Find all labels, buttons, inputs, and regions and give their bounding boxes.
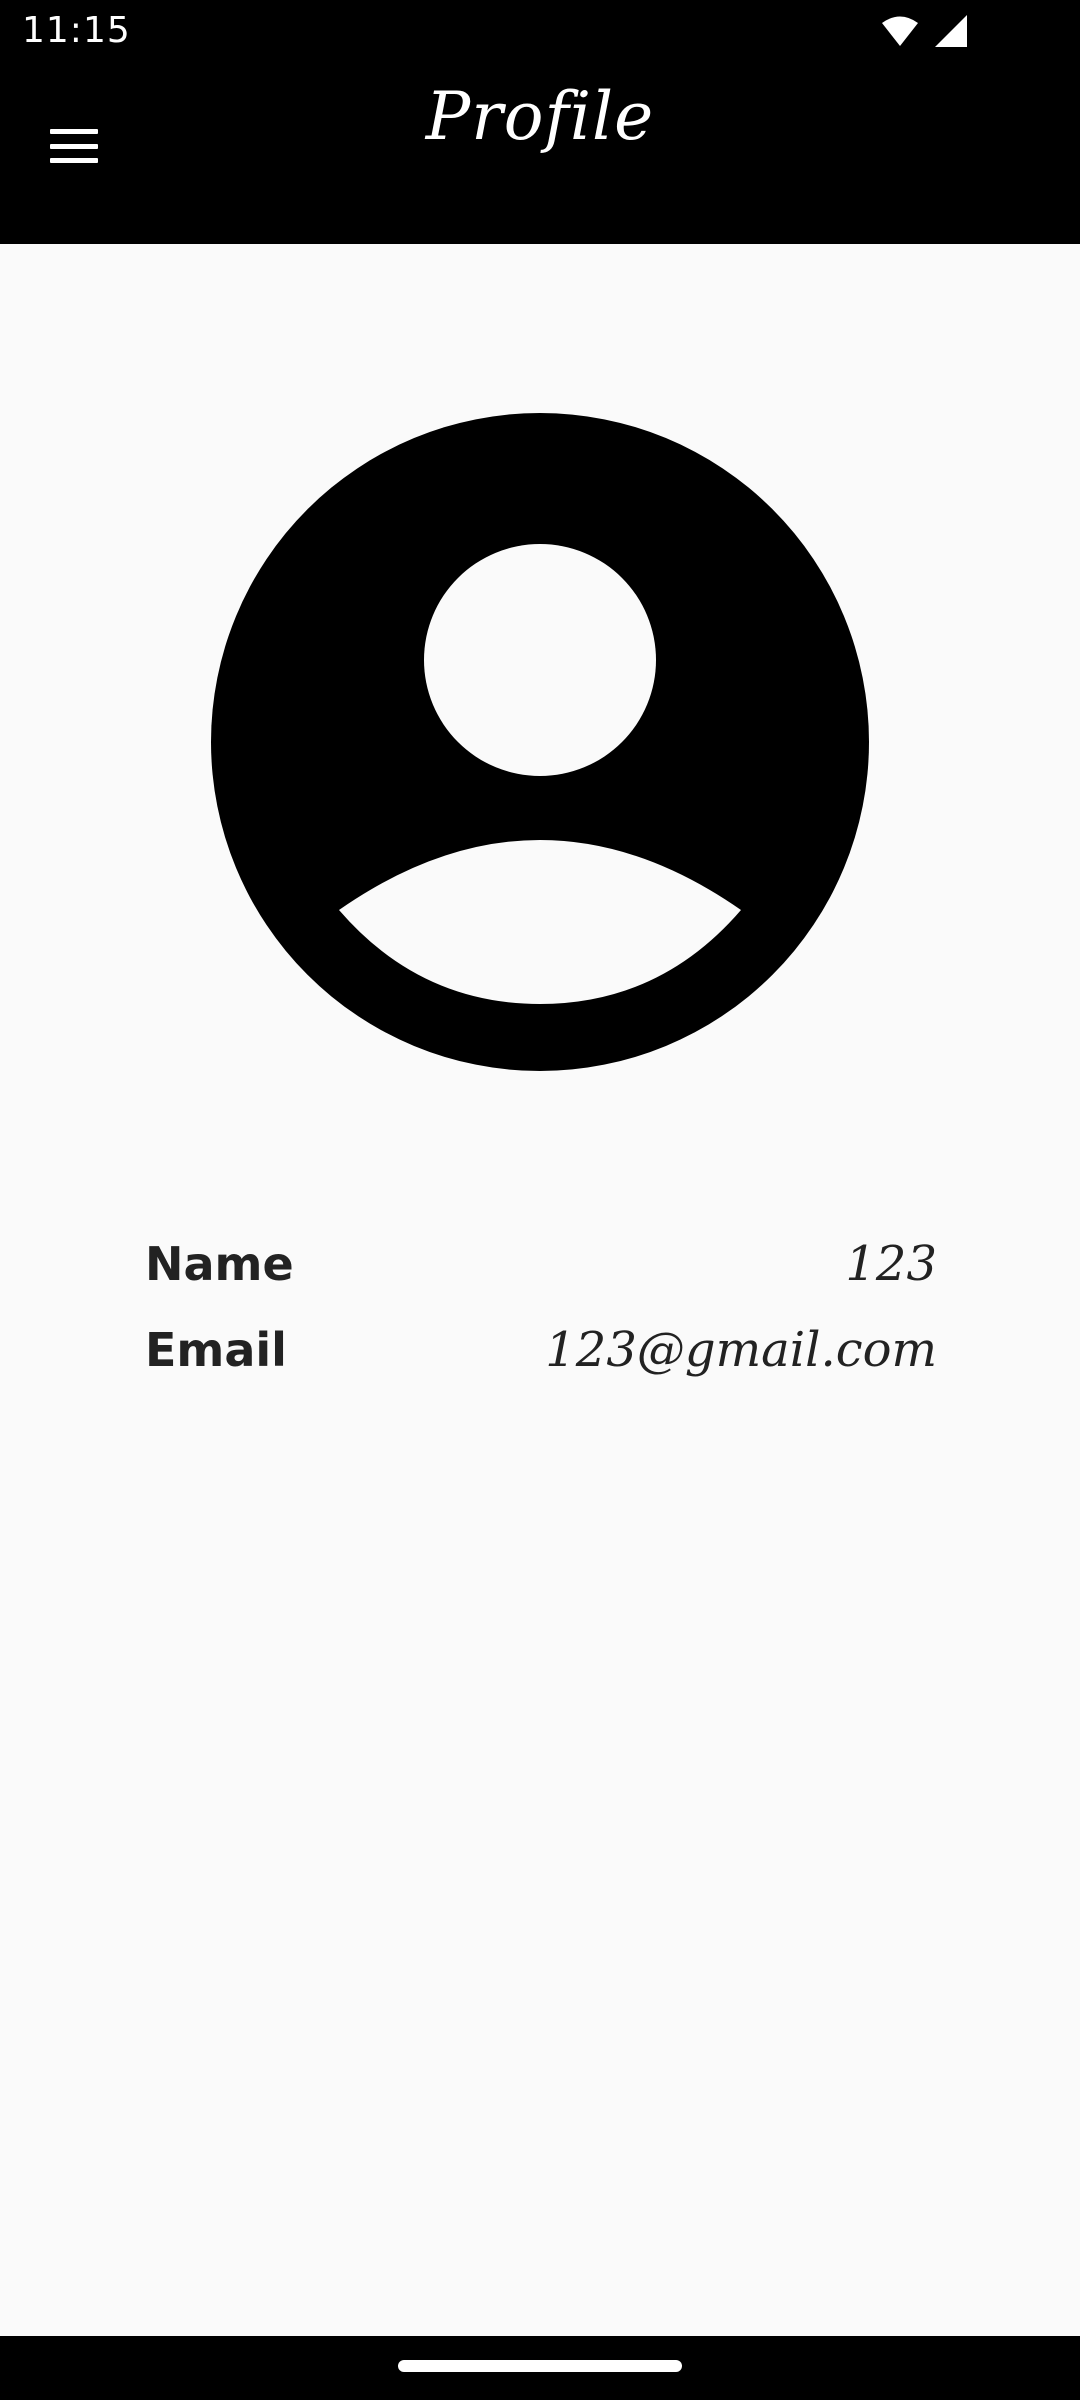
status-icons [880, 14, 968, 48]
name-value: 123 [845, 1236, 937, 1292]
home-indicator[interactable] [398, 2360, 682, 2372]
name-row: Name 123 [145, 1236, 937, 1292]
profile-screen: 11:15 Profile Name 123 Email 123@gmail.c… [0, 0, 1080, 2400]
status-bar: 11:15 [0, 0, 1080, 62]
wifi-icon [882, 16, 918, 46]
email-row: Email 123@gmail.com [145, 1322, 937, 1378]
email-value: 123@gmail.com [545, 1322, 937, 1378]
app-bar: Profile [0, 62, 1080, 244]
name-label: Name [145, 1237, 294, 1291]
page-title: Profile [425, 78, 655, 155]
cellular-signal-icon [935, 15, 967, 47]
status-time: 11:15 [22, 10, 131, 51]
navigation-bar [0, 2336, 1080, 2400]
email-label: Email [145, 1323, 287, 1377]
account-circle-icon [211, 413, 869, 1071]
